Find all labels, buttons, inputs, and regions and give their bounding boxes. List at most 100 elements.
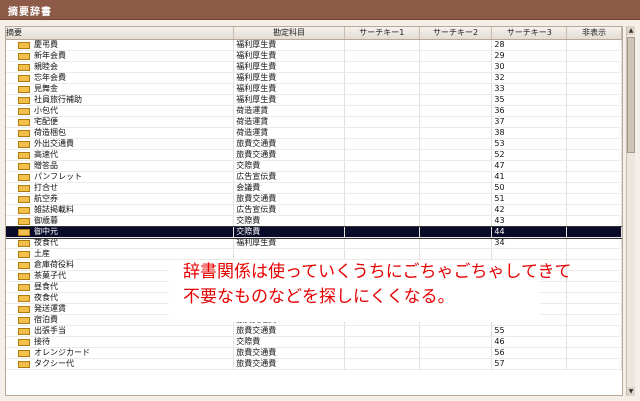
cell-searchkey3[interactable]: 38 (492, 128, 568, 138)
table-row[interactable]: 雑誌掲載料 広告宣伝費 42 (6, 205, 622, 216)
cell-searchkey1[interactable] (345, 161, 420, 171)
table-row[interactable]: パンフレット 広告宣伝費 41 (6, 172, 622, 183)
table-row[interactable]: 荷造梱包 荷造運賃 38 (6, 128, 622, 139)
column-header-summary[interactable]: 摘要 (6, 27, 235, 39)
column-header-hidden[interactable]: 非表示 (567, 27, 622, 39)
cell-searchkey2[interactable] (420, 183, 493, 193)
cell-searchkey1[interactable] (345, 51, 420, 61)
cell-account[interactable]: 福利厚生費 (234, 40, 345, 50)
cell-searchkey2[interactable] (420, 128, 493, 138)
cell-hidden[interactable] (567, 62, 622, 72)
cell-account[interactable]: 旅費交通費 (234, 326, 345, 336)
cell-searchkey1[interactable] (345, 106, 420, 116)
cell-hidden[interactable] (567, 161, 622, 171)
cell-hidden[interactable] (567, 238, 622, 248)
cell-account[interactable]: 広告宣伝費 (234, 205, 345, 215)
cell-searchkey1[interactable] (345, 183, 420, 193)
table-row[interactable]: 夜食代 福利厚生費 34 (6, 238, 622, 249)
cell-searchkey2[interactable] (420, 51, 493, 61)
cell-hidden[interactable] (567, 183, 622, 193)
cell-hidden[interactable] (567, 106, 622, 116)
cell-searchkey1[interactable] (345, 359, 420, 369)
cell-summary[interactable]: 出張手当 (6, 326, 235, 336)
cell-hidden[interactable] (567, 51, 622, 61)
cell-searchkey3[interactable]: 37 (492, 117, 568, 127)
cell-account[interactable]: 福利厚生費 (234, 51, 345, 61)
cell-summary[interactable]: 小包代 (6, 106, 235, 116)
cell-account[interactable]: 福利厚生費 (234, 95, 345, 105)
table-row[interactable]: 小包代 荷造運賃 36 (6, 106, 622, 117)
cell-searchkey3[interactable]: 35 (492, 95, 568, 105)
cell-searchkey3[interactable]: 29 (492, 51, 568, 61)
cell-hidden[interactable] (567, 95, 622, 105)
cell-summary[interactable]: 荷造梱包 (6, 128, 235, 138)
cell-account[interactable]: 旅費交通費 (234, 348, 345, 358)
table-row[interactable]: 航空券 旅費交通費 51 (6, 194, 622, 205)
table-row[interactable]: 忘年会費 福利厚生費 32 (6, 73, 622, 84)
cell-searchkey3[interactable]: 43 (492, 216, 568, 226)
cell-summary[interactable]: 見舞金 (6, 84, 235, 94)
table-row[interactable]: オレンジカード 旅費交通費 56 (6, 348, 622, 359)
cell-hidden[interactable] (567, 348, 622, 358)
cell-account[interactable]: 旅費交通費 (234, 150, 345, 160)
cell-searchkey1[interactable] (345, 117, 420, 127)
cell-searchkey1[interactable] (345, 238, 420, 248)
cell-account[interactable]: 交際費 (234, 161, 345, 171)
cell-summary[interactable]: 打合せ (6, 183, 235, 193)
cell-hidden[interactable] (567, 227, 622, 237)
cell-searchkey3[interactable]: 33 (492, 84, 568, 94)
cell-searchkey2[interactable] (420, 216, 493, 226)
cell-searchkey2[interactable] (420, 249, 493, 259)
cell-searchkey1[interactable] (345, 326, 420, 336)
cell-searchkey3[interactable]: 32 (492, 73, 568, 83)
cell-searchkey2[interactable] (420, 161, 493, 171)
cell-searchkey1[interactable] (345, 150, 420, 160)
cell-summary[interactable]: オレンジカード (6, 348, 235, 358)
cell-summary[interactable]: 贈答品 (6, 161, 235, 171)
cell-account[interactable]: 荷造運賃 (234, 106, 345, 116)
cell-summary[interactable]: 航空券 (6, 194, 235, 204)
cell-summary[interactable]: 宅配便 (6, 117, 235, 127)
table-row[interactable]: 御中元 交際費 44 (6, 226, 622, 239)
cell-hidden[interactable] (567, 73, 622, 83)
cell-hidden[interactable] (567, 40, 622, 50)
cell-hidden[interactable] (567, 304, 622, 314)
table-row[interactable]: 土産 (6, 249, 622, 260)
table-row[interactable]: 親睦会 福利厚生費 30 (6, 62, 622, 73)
table-row[interactable]: 社員旅行補助 福利厚生費 35 (6, 95, 622, 106)
table-row[interactable]: タクシー代 旅費交通費 57 (6, 359, 622, 370)
cell-account[interactable]: 荷造運賃 (234, 128, 345, 138)
cell-hidden[interactable] (567, 205, 622, 215)
vertical-scrollbar[interactable]: ▲ ▼ (626, 26, 635, 396)
cell-account[interactable]: 福利厚生費 (234, 73, 345, 83)
cell-account[interactable]: 福利厚生費 (234, 84, 345, 94)
cell-searchkey2[interactable] (420, 139, 493, 149)
cell-searchkey2[interactable] (420, 326, 493, 336)
table-row[interactable]: 新年会費 福利厚生費 29 (6, 51, 622, 62)
cell-summary[interactable]: 社員旅行補助 (6, 95, 235, 105)
cell-summary[interactable]: 外出交通費 (6, 139, 235, 149)
cell-searchkey2[interactable] (420, 84, 493, 94)
cell-searchkey1[interactable] (345, 172, 420, 182)
cell-searchkey1[interactable] (345, 337, 420, 347)
cell-searchkey3[interactable] (492, 249, 568, 259)
cell-searchkey2[interactable] (420, 348, 493, 358)
cell-searchkey1[interactable] (345, 62, 420, 72)
cell-hidden[interactable] (567, 260, 622, 270)
cell-searchkey3[interactable]: 57 (492, 359, 568, 369)
cell-searchkey3[interactable]: 36 (492, 106, 568, 116)
cell-searchkey1[interactable] (345, 95, 420, 105)
cell-searchkey1[interactable] (345, 249, 420, 259)
cell-searchkey2[interactable] (420, 172, 493, 182)
cell-searchkey3[interactable]: 56 (492, 348, 568, 358)
cell-account[interactable]: 交際費 (234, 227, 345, 237)
column-header-searchkey3[interactable]: サーチキー3 (492, 27, 568, 39)
cell-hidden[interactable] (567, 172, 622, 182)
cell-searchkey1[interactable] (345, 216, 420, 226)
scroll-thumb[interactable] (627, 37, 635, 153)
cell-hidden[interactable] (567, 337, 622, 347)
cell-searchkey2[interactable] (420, 62, 493, 72)
cell-hidden[interactable] (567, 315, 622, 325)
cell-hidden[interactable] (567, 249, 622, 259)
cell-summary[interactable]: 雑誌掲載料 (6, 205, 235, 215)
